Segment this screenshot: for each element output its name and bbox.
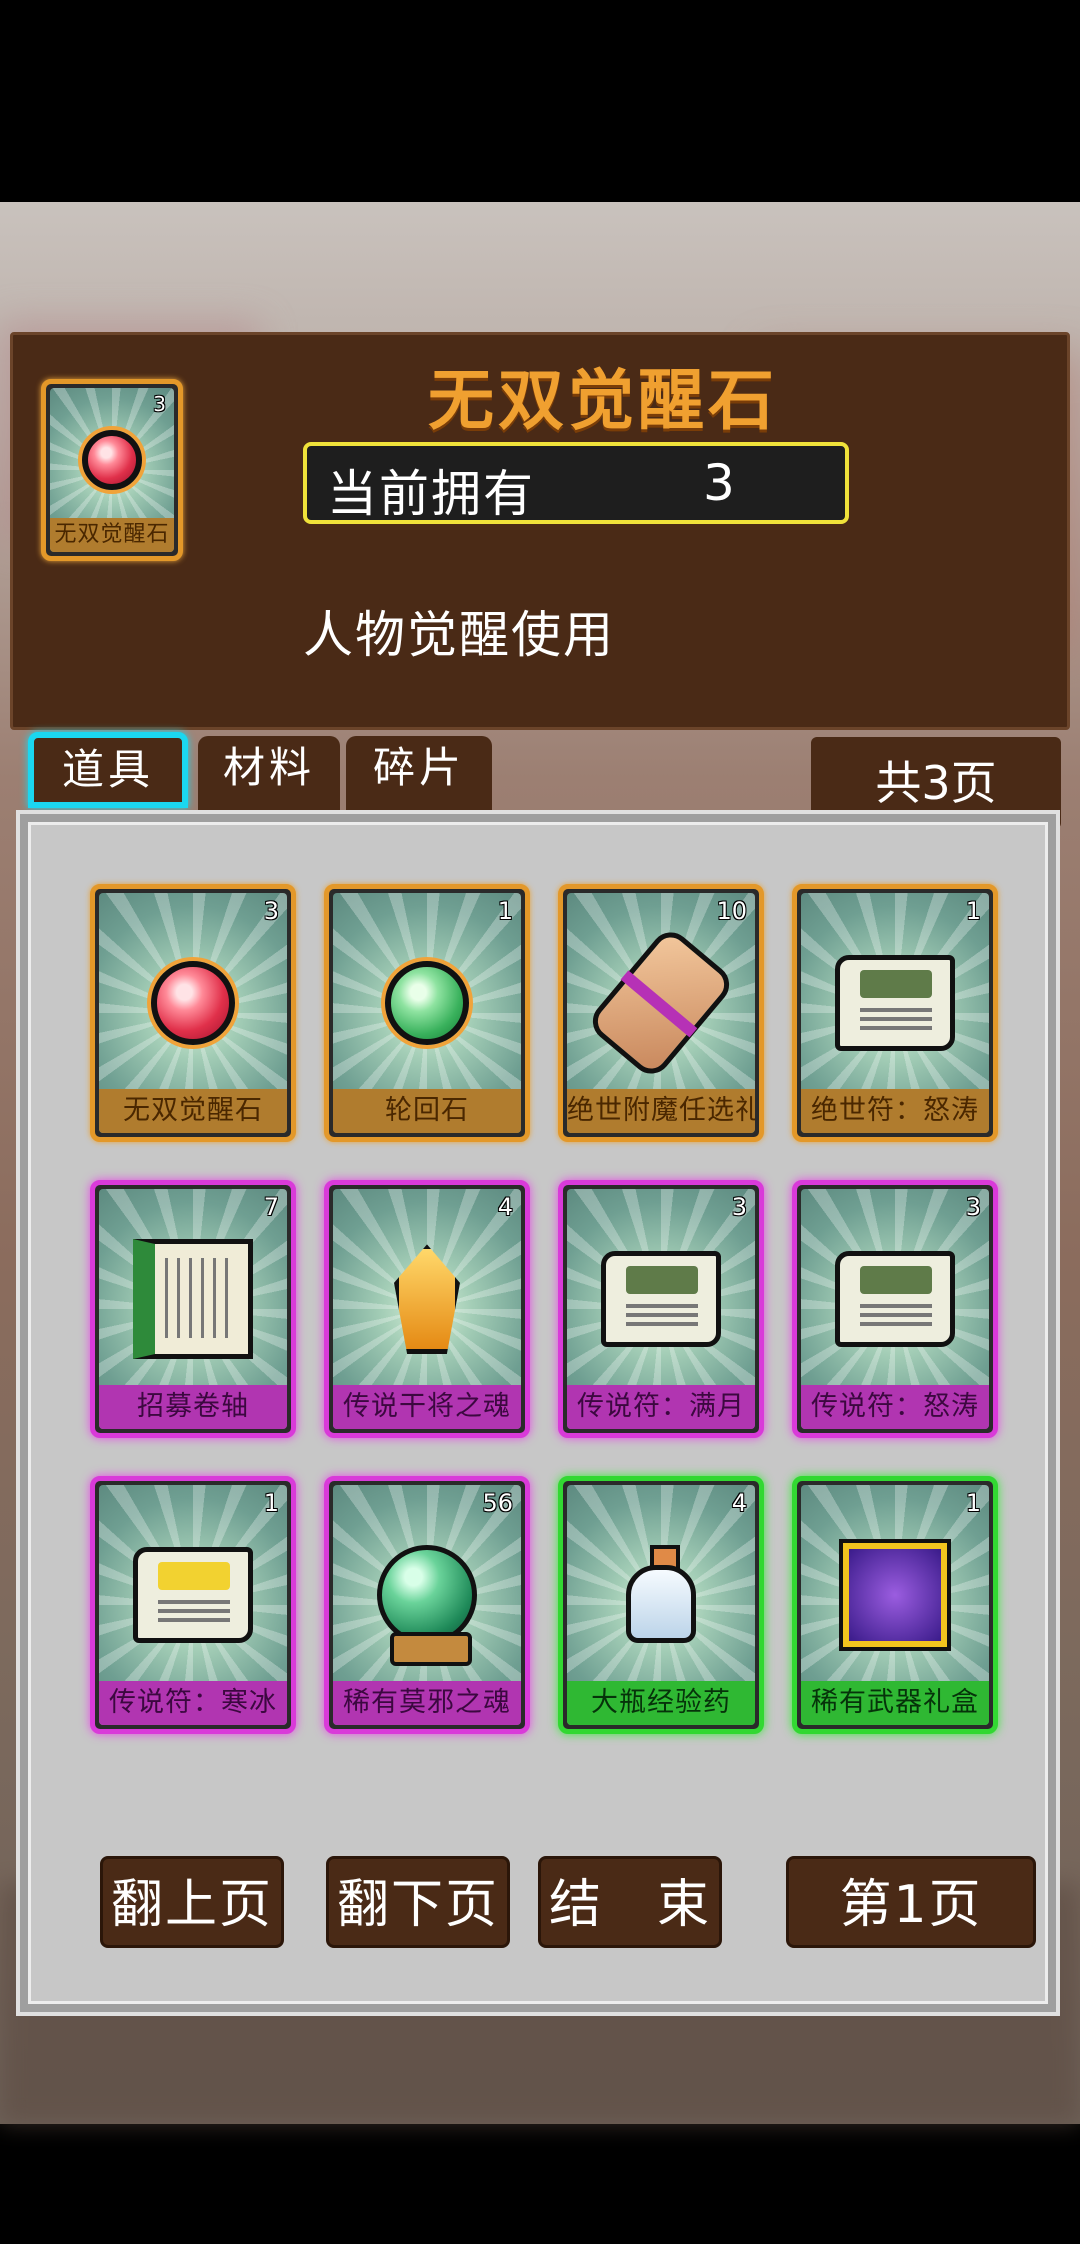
item-name: 招募卷轴 <box>99 1385 287 1429</box>
item-name: 无双觉醒石 <box>99 1089 287 1133</box>
tab-fragments[interactable]: 碎片 <box>346 736 492 812</box>
item-description: 人物觉醒使用 <box>303 606 615 664</box>
parchment-icon <box>584 924 738 1083</box>
item-name: 稀有莫邪之魂 <box>333 1681 521 1725</box>
inventory-item-card[interactable]: 3 传说符：怒涛 <box>792 1180 998 1438</box>
inventory-item-card[interactable]: 4 传说干将之魂 <box>324 1180 530 1438</box>
item-count: 4 <box>497 1193 513 1221</box>
inventory-item-card[interactable]: 3 无双觉醒石 <box>90 884 296 1142</box>
item-count: 3 <box>965 1193 981 1221</box>
item-count: 1 <box>497 897 513 925</box>
item-name: 传说符：怒涛 <box>801 1385 989 1429</box>
tab-materials[interactable]: 材料 <box>198 736 340 812</box>
inventory-item-card[interactable]: 1 传说符：寒冰 <box>90 1476 296 1734</box>
inventory-item-card[interactable]: 1 轮回石 <box>324 884 530 1142</box>
item-count: 1 <box>965 897 981 925</box>
inventory-item-card[interactable]: 56 稀有莫邪之魂 <box>324 1476 530 1734</box>
item-name: 轮回石 <box>333 1089 521 1133</box>
item-count: 56 <box>482 1489 513 1517</box>
bottle-icon <box>626 1545 696 1645</box>
scroll-icon <box>835 1251 955 1348</box>
green-orb-icon <box>385 961 469 1046</box>
item-name: 传说符：满月 <box>567 1385 755 1429</box>
owned-label: 当前拥有 <box>327 465 535 523</box>
item-count: 3 <box>153 392 166 416</box>
item-count: 3 <box>731 1193 747 1221</box>
scroll-icon <box>601 1251 721 1348</box>
item-count: 1 <box>965 1489 981 1517</box>
item-title: 无双觉醒石 <box>428 362 778 439</box>
inventory-item-card[interactable]: 4 大瓶经验药 <box>558 1476 764 1734</box>
next-page-button[interactable]: 翻下页 <box>326 1856 510 1948</box>
item-name: 大瓶经验药 <box>567 1681 755 1725</box>
tab-items[interactable]: 道具 <box>28 732 188 808</box>
inventory-item-card[interactable]: 1 稀有武器礼盒 <box>792 1476 998 1734</box>
detail-item-card: 3 无双觉醒石 <box>41 379 183 561</box>
globe-icon <box>377 1545 477 1667</box>
item-name: 绝世附魔任选礼盒 <box>567 1089 755 1133</box>
item-name: 绝世符：怒涛 <box>801 1089 989 1133</box>
item-count: 3 <box>263 897 279 925</box>
gem-scroll-icon <box>133 1547 253 1644</box>
cube-icon <box>843 1543 947 1648</box>
red-orb-icon <box>151 961 235 1046</box>
item-name: 传说干将之魂 <box>333 1385 521 1429</box>
owned-value: 3 <box>703 454 735 512</box>
item-count: 1 <box>263 1489 279 1517</box>
item-name: 稀有武器礼盒 <box>801 1681 989 1725</box>
item-count: 7 <box>263 1193 279 1221</box>
inventory-item-card[interactable]: 10 绝世附魔任选礼盒 <box>558 884 764 1142</box>
prev-page-button[interactable]: 翻上页 <box>100 1856 284 1948</box>
inventory-item-card[interactable]: 3 传说符：满月 <box>558 1180 764 1438</box>
current-page-button[interactable]: 第1页 <box>786 1856 1036 1948</box>
owned-count-box: 当前拥有 3 <box>303 442 849 524</box>
item-name: 无双觉醒石 <box>50 518 174 552</box>
long-scroll-icon <box>133 1239 253 1360</box>
inventory-item-card[interactable]: 1 绝世符：怒涛 <box>792 884 998 1142</box>
red-orb-icon <box>82 430 142 491</box>
item-name: 传说符：寒冰 <box>99 1681 287 1725</box>
scroll-icon <box>835 955 955 1052</box>
item-detail-panel: 3 无双觉醒石 无双觉醒石 当前拥有 3 人物觉醒使用 <box>10 332 1070 730</box>
item-count: 10 <box>716 897 747 925</box>
crystal-icon <box>394 1244 460 1355</box>
item-count: 4 <box>731 1489 747 1517</box>
end-button[interactable]: 结 束 <box>538 1856 722 1948</box>
inventory-item-card[interactable]: 7 招募卷轴 <box>90 1180 296 1438</box>
